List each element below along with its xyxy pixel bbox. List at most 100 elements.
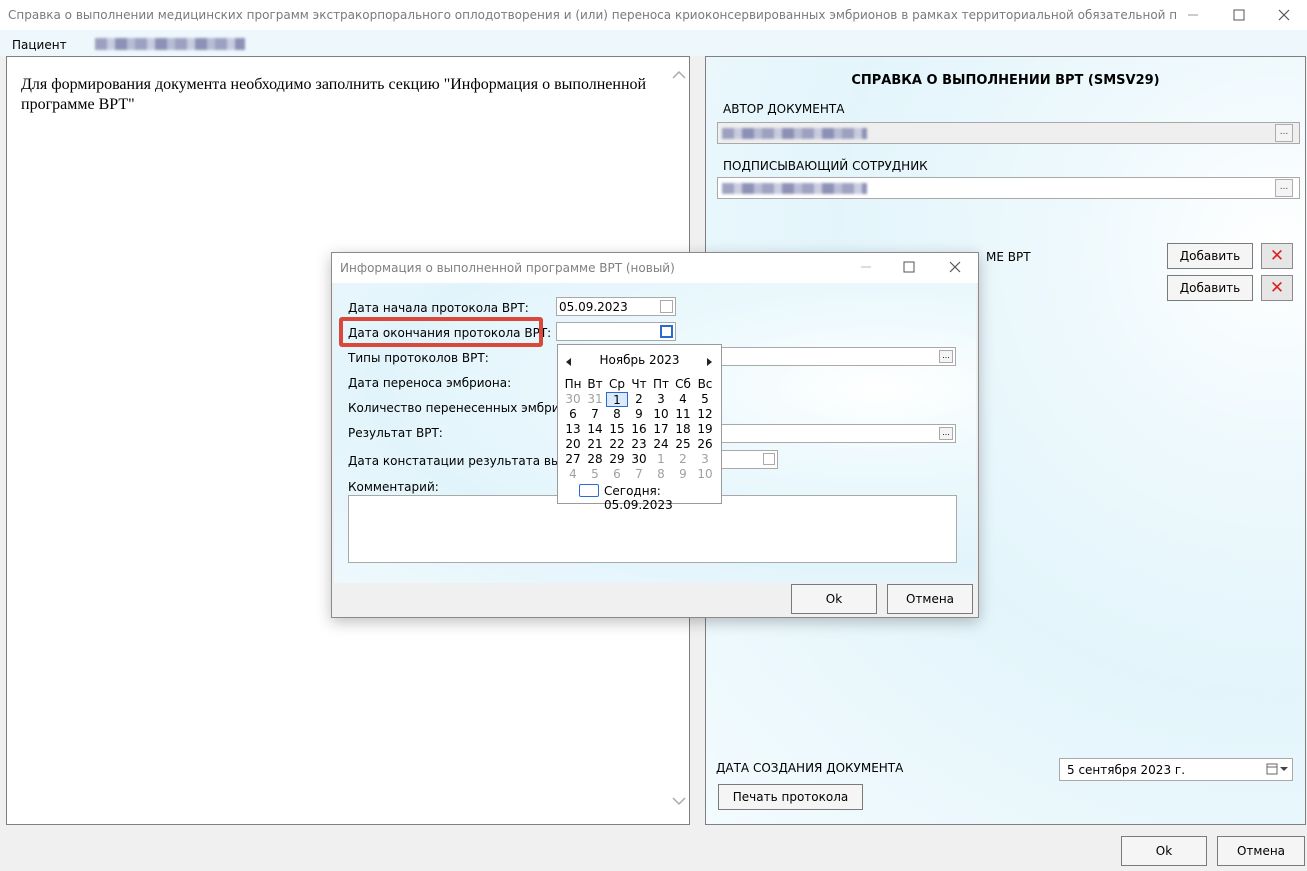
today-link[interactable]: Сегодня: 05.09.2023 [604, 484, 721, 512]
result-date-field[interactable] [720, 450, 778, 469]
calendar-day[interactable]: 2 [628, 392, 650, 407]
calendar-day[interactable]: 29 [606, 452, 628, 467]
calendar-day[interactable]: 30 [562, 392, 584, 407]
dialog-title: Информация о выполненной программе ВРТ (… [340, 261, 675, 275]
minimize-icon[interactable] [1170, 0, 1216, 30]
calendar-day[interactable]: 13 [562, 422, 584, 437]
calendar-day[interactable]: 20 [562, 437, 584, 452]
calendar-day[interactable]: 4 [562, 467, 584, 482]
signer-select-button[interactable]: ... [1275, 179, 1293, 197]
embryo-count-label: Количество перенесенных эмбрионо [348, 401, 583, 415]
start-date-calendar-icon[interactable] [660, 300, 673, 313]
close-icon[interactable] [1261, 0, 1307, 30]
calendar-day[interactable]: 27 [562, 452, 584, 467]
weekday-header: Пт [652, 377, 669, 391]
calendar-day[interactable]: 11 [672, 407, 694, 422]
calendar-day[interactable]: 9 [628, 407, 650, 422]
protocol-types-select-button[interactable]: ... [939, 350, 953, 363]
author-field[interactable]: ... [717, 122, 1300, 144]
calendar-day[interactable]: 10 [650, 407, 672, 422]
start-date-field[interactable]: 05.09.2023 [556, 297, 676, 316]
end-date-calendar-icon[interactable] [660, 325, 673, 338]
result-date-calendar-icon[interactable] [763, 453, 775, 465]
maximize-icon[interactable] [1216, 0, 1262, 30]
calendar-day[interactable]: 28 [584, 452, 606, 467]
patient-menu-label[interactable]: Пациент [12, 38, 67, 52]
calendar-day[interactable]: 31 [584, 392, 606, 407]
calendar-day[interactable]: 12 [694, 407, 716, 422]
dialog-ok-button[interactable]: Ok [791, 584, 877, 614]
calendar-day[interactable]: 4 [672, 392, 694, 407]
add-vrt-info-button[interactable]: Добавить [1167, 243, 1253, 269]
dialog-maximize-icon[interactable] [903, 261, 915, 276]
weekday-header: Ср [609, 377, 625, 391]
next-month-icon[interactable] [707, 355, 713, 369]
calendar-day[interactable]: 30 [628, 452, 650, 467]
calendar-day[interactable]: 7 [628, 467, 650, 482]
weekday-header: Пн [564, 377, 582, 391]
calendar-day[interactable]: 5 [694, 392, 716, 407]
patient-name-redacted [95, 38, 245, 50]
document-title: СПРАВКА О ВЫПОЛНЕНИИ ВРТ (SMSV29) [851, 73, 1160, 88]
creation-date-picker[interactable]: 5 сентября 2023 г. [1059, 758, 1293, 781]
calendar-day[interactable]: 6 [606, 467, 628, 482]
footer-bar [0, 831, 1307, 871]
calendar-day[interactable]: 26 [694, 437, 716, 452]
calendar-day[interactable]: 18 [672, 422, 694, 437]
creation-date-value: 5 сентября 2023 г. [1067, 763, 1186, 777]
result-select-button[interactable]: ... [939, 427, 953, 440]
calendar-day[interactable]: 24 [650, 437, 672, 452]
left-panel-message: Для формирования документа необходимо за… [21, 76, 647, 113]
add-second-button[interactable]: Добавить [1167, 275, 1253, 301]
print-protocol-button[interactable]: Печать протокола [718, 784, 863, 810]
calendar-day[interactable]: 8 [606, 407, 628, 422]
calendar-day[interactable]: 10 [694, 467, 716, 482]
calendar-day[interactable]: 14 [584, 422, 606, 437]
start-date-value: 05.09.2023 [559, 300, 628, 314]
dialog-cancel-button[interactable]: Отмена [887, 584, 973, 614]
calendar-day[interactable]: 6 [562, 407, 584, 422]
delete-second-icon[interactable]: ✕ [1261, 275, 1293, 301]
main-cancel-button[interactable]: Отмена [1217, 836, 1305, 866]
calendar-day[interactable]: 22 [606, 437, 628, 452]
signer-field[interactable]: ... [717, 177, 1300, 199]
main-ok-button[interactable]: Ok [1121, 836, 1207, 866]
calendar-day[interactable]: 2 [672, 452, 694, 467]
calendar-day[interactable]: 15 [606, 422, 628, 437]
calendar-day[interactable]: 17 [650, 422, 672, 437]
calendar-day[interactable]: 5 [584, 467, 606, 482]
signer-redacted [722, 183, 867, 194]
result-label: Результат ВРТ: [348, 426, 443, 440]
calendar-day[interactable]: 3 [694, 452, 716, 467]
calendar-grid: Пн Вт Ср Чт Пт Сб Вс 30 31 1 2 3 4 5 6 7… [562, 377, 718, 482]
scroll-up-icon[interactable] [672, 69, 686, 83]
vrt-section-label: МЕ ВРТ [986, 250, 1031, 264]
end-date-highlight [339, 317, 543, 347]
author-label: АВТОР ДОКУМЕНТА [723, 102, 845, 116]
dialog-close-icon[interactable] [949, 261, 961, 276]
calendar-day[interactable]: 9 [672, 467, 694, 482]
delete-vrt-info-icon[interactable]: ✕ [1261, 243, 1293, 269]
author-select-button[interactable]: ... [1275, 124, 1293, 142]
result-field[interactable]: ... [720, 424, 956, 443]
weekday-header: Сб [675, 377, 691, 391]
calendar-day[interactable]: 23 [628, 437, 650, 452]
calendar-day[interactable]: 21 [584, 437, 606, 452]
calendar-day[interactable]: 3 [650, 392, 672, 407]
dialog-minimize-icon[interactable] [860, 259, 872, 276]
creation-date-label: ДАТА СОЗДАНИЯ ДОКУМЕНТА [716, 761, 904, 775]
end-date-field[interactable] [556, 322, 676, 341]
calendar-day-selected[interactable]: 1 [606, 392, 628, 407]
calendar-day[interactable]: 16 [628, 422, 650, 437]
calendar-day[interactable]: 1 [650, 452, 672, 467]
comment-label: Комментарий: [348, 480, 439, 494]
scroll-down-icon[interactable] [672, 795, 686, 809]
calendar-dropdown-icon[interactable] [1266, 763, 1288, 778]
protocol-types-field[interactable]: ... [720, 347, 956, 366]
calendar-day[interactable]: 25 [672, 437, 694, 452]
calendar-day[interactable]: 8 [650, 467, 672, 482]
today-marker-icon [579, 484, 599, 497]
calendar-day[interactable]: 19 [694, 422, 716, 437]
weekday-header: Чт [631, 377, 647, 391]
calendar-day[interactable]: 7 [584, 407, 606, 422]
